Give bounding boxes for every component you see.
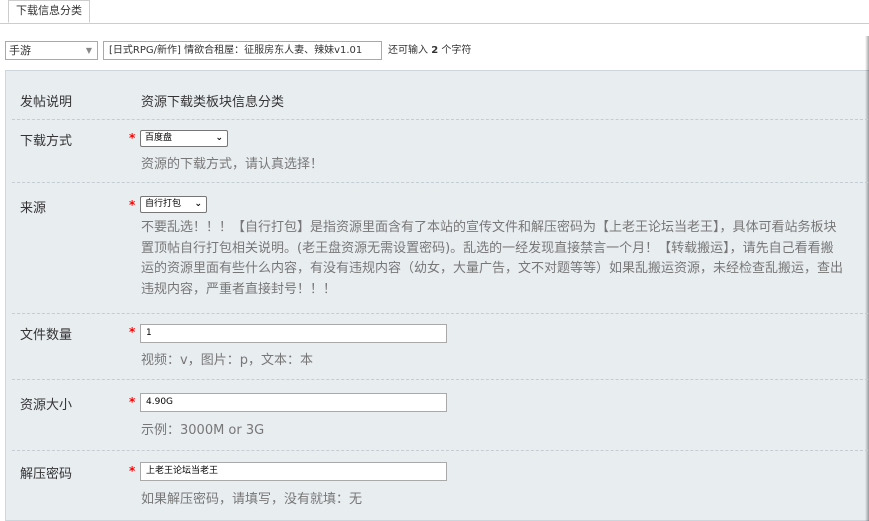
chevron-down-icon: ⌄ [215,133,223,143]
source-desc-line: 不要乱选！！！【自行打包】是指资源里面含有了本站的宣传文件和解压密码为【上老王论… [141,220,837,235]
required-marker: * [129,198,136,212]
row-divider [12,119,868,120]
download-method-hint: 资源的下载方式，请认真选择！ [141,157,324,172]
tab-bar: 下载信息分类 [0,0,869,24]
required-marker: * [129,131,136,145]
source-desc-line: 违规内容，严重者直接封号！！！ [141,281,337,297]
row-divider [12,379,868,380]
source-desc-line: 置顶帖自行打包相关说明。(老王盘资源无需设置密码)。乱选的一经发现直接禁言一个月… [141,240,834,256]
download-method-value: 百度盘 [145,133,173,143]
required-marker: * [129,325,136,339]
source-label: 来源 [20,201,47,216]
row-divider [12,313,868,314]
source-value: 自行打包 [145,199,182,209]
chevron-down-icon: ⌄ [194,199,202,209]
char-remaining-hint: 还可输入 2 个字符 [388,41,471,60]
thread-title-input[interactable]: [日式RPG/新作] 情欲合租屋：征服房东人妻、辣妹v1.01 [103,41,382,60]
thread-type-value: 手游 [9,44,31,57]
size-hint: 示例：3000M or 3G [141,423,265,438]
download-method-label: 下载方式 [20,134,73,149]
source-select[interactable]: 自行打包 ⌄ [140,196,207,213]
file-count-label: 文件数量 [20,328,73,343]
download-method-select[interactable]: 百度盘 ⌄ [140,130,228,147]
password-input[interactable]: 上老王论坛当老王 [140,462,447,481]
row-divider [12,450,868,451]
size-label: 资源大小 [20,398,73,413]
thread-type-select[interactable]: 手游 ▼ [5,41,98,60]
required-marker: * [129,395,136,409]
char-remaining-count: 2 [431,45,439,56]
intro-label: 发帖说明 [20,95,73,110]
file-count-hint: 视频：v，图片：p，文本：本 [141,353,313,368]
intro-value: 资源下载类板块信息分类 [141,95,285,110]
password-label: 解压密码 [20,467,73,482]
source-desc-line: 运的资源里面有些什么内容，有没有违规内容（幼女，大量广告，文不对题等等）如果乱搬… [141,261,844,276]
tab-download-info[interactable]: 下载信息分类 [8,0,90,23]
required-marker: * [129,464,136,478]
char-hint-prefix: 还可输入 [388,45,428,56]
file-count-input[interactable]: 1 [140,324,447,343]
password-hint: 如果解压密码，请填写，没有就填：无 [141,492,363,507]
char-hint-suffix: 个字符 [441,45,472,56]
size-input[interactable]: 4.90G [140,393,447,412]
source-description: 不要乱选！！！【自行打包】是指资源里面含有了本站的宣传文件和解压密码为【上老王论… [141,218,869,300]
row-divider [12,182,868,183]
chevron-down-icon: ▼ [85,46,92,55]
